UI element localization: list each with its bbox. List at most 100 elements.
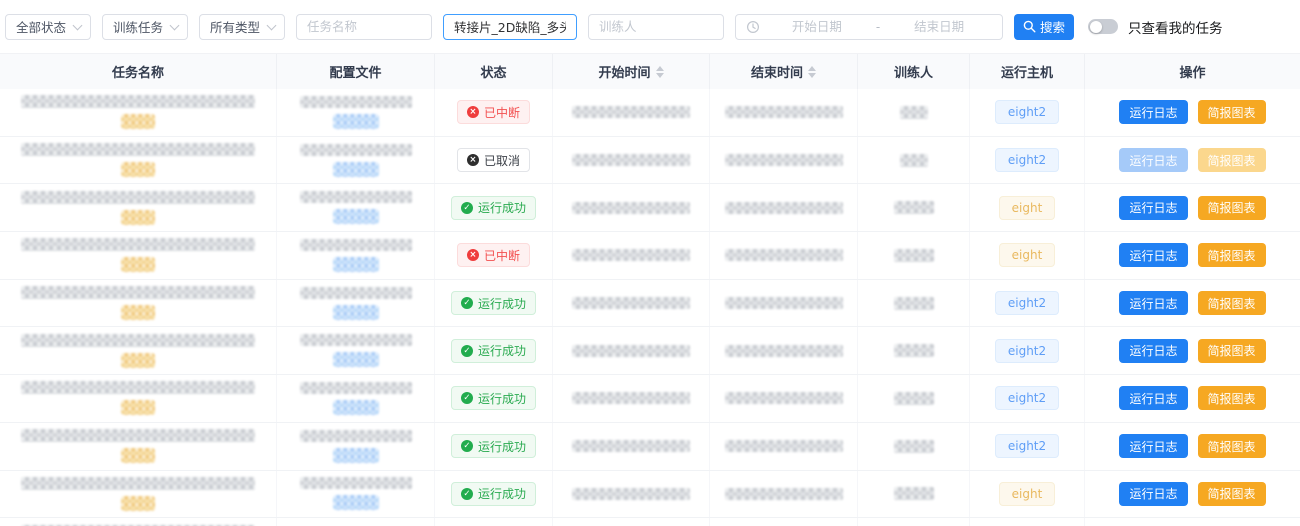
masked-end-time	[725, 249, 843, 261]
task-name-input[interactable]	[296, 14, 432, 40]
cell-config-file	[277, 518, 435, 526]
filter-bar: 全部状态 训练任务 所有类型 - 搜索 只查看我的任务	[0, 0, 1300, 53]
run-log-button[interactable]: 运行日志	[1119, 434, 1187, 458]
table-row: ✓ 运行成功 eight 运行日志 简报图表	[0, 471, 1300, 519]
cell-config-file	[277, 327, 435, 374]
table-header: 任务名称 配置文件 状态 开始时间 结束时间 训练人 运行主机 操作	[0, 53, 1300, 89]
date-separator: -	[874, 20, 882, 34]
search-button-label: 搜索	[1040, 17, 1065, 36]
model-search-input[interactable]	[443, 14, 577, 40]
status-badge: × 已中断	[457, 100, 530, 124]
status-icon: ✓	[461, 345, 473, 357]
masked-task-name	[21, 477, 255, 490]
report-chart-button[interactable]: 简报图表	[1198, 434, 1266, 458]
category-select[interactable]: 所有类型	[199, 14, 285, 40]
run-log-button[interactable]: 运行日志	[1119, 243, 1187, 267]
masked-end-time	[725, 440, 843, 452]
cell-end-time	[710, 137, 858, 184]
masked-end-time	[725, 297, 843, 309]
report-chart-button[interactable]: 简报图表	[1198, 339, 1266, 363]
run-log-button[interactable]: 运行日志	[1119, 148, 1187, 172]
masked-task-name	[21, 95, 255, 108]
masked-task-tag	[121, 305, 155, 320]
report-chart-button[interactable]: 简报图表	[1198, 291, 1266, 315]
masked-end-time	[725, 154, 843, 166]
col-header-trainer: 训练人	[858, 54, 970, 89]
cell-trainer	[858, 184, 970, 231]
run-log-button[interactable]: 运行日志	[1119, 291, 1187, 315]
cell-start-time	[553, 423, 710, 470]
col-header-label: 运行主机	[1001, 62, 1053, 81]
cell-status: ✓ 运行成功	[435, 471, 553, 518]
run-log-button[interactable]: 运行日志	[1119, 482, 1187, 506]
cell-host: eight	[970, 232, 1085, 279]
status-icon: ✓	[461, 297, 473, 309]
status-badge: × 已取消	[457, 148, 530, 172]
sort-control-start-time[interactable]	[656, 66, 664, 78]
caret-up-icon	[656, 66, 664, 71]
host-badge: eight2	[995, 339, 1059, 363]
search-button[interactable]: 搜索	[1014, 14, 1074, 40]
status-label: 运行成功	[478, 295, 526, 312]
status-label: 运行成功	[478, 199, 526, 216]
cell-status: ✓ 运行成功	[435, 184, 553, 231]
cell-status: ✓ 运行成功	[435, 423, 553, 470]
cell-task-name	[0, 137, 277, 184]
end-date-input[interactable]	[886, 19, 992, 34]
table-row: × 已取消 eight2 运行日志 简报图表	[0, 137, 1300, 185]
search-icon	[1023, 20, 1036, 33]
cell-trainer	[858, 89, 970, 136]
status-select[interactable]: 全部状态	[5, 14, 91, 40]
report-chart-button[interactable]: 简报图表	[1198, 196, 1266, 220]
masked-config-link	[333, 400, 379, 415]
caret-down-icon	[656, 73, 664, 78]
masked-end-time	[725, 202, 843, 214]
status-label: 运行成功	[478, 438, 526, 455]
cell-host: eight	[970, 184, 1085, 231]
cell-end-time	[710, 280, 858, 327]
col-header-config-file: 配置文件	[277, 54, 435, 89]
cell-end-time	[710, 327, 858, 374]
masked-config-link	[333, 114, 379, 129]
cell-host	[970, 518, 1085, 526]
run-log-button[interactable]: 运行日志	[1119, 339, 1187, 363]
status-badge: ✓ 运行成功	[451, 386, 536, 410]
cell-task-name	[0, 423, 277, 470]
task-type-select[interactable]: 训练任务	[102, 14, 188, 40]
start-date-input[interactable]	[764, 19, 870, 34]
cell-status: × 已中断	[435, 89, 553, 136]
masked-task-name	[21, 191, 255, 204]
col-header-status: 状态	[435, 54, 553, 89]
status-label: 运行成功	[478, 390, 526, 407]
masked-end-time	[725, 106, 843, 118]
masked-task-name	[21, 143, 255, 156]
table-row: × 已中断 eight2 运行日志 简报图表	[0, 89, 1300, 137]
cell-trainer	[858, 232, 970, 279]
my-tasks-toggle[interactable]	[1088, 19, 1118, 34]
masked-trainer	[900, 154, 928, 167]
masked-trainer	[894, 249, 934, 262]
report-chart-button[interactable]: 简报图表	[1198, 482, 1266, 506]
report-chart-button[interactable]: 简报图表	[1198, 100, 1266, 124]
date-range-picker[interactable]: -	[735, 14, 1003, 40]
sort-control-end-time[interactable]	[808, 66, 816, 78]
col-header-start-time: 开始时间	[553, 54, 710, 89]
masked-start-time	[572, 297, 690, 309]
col-header-label: 结束时间	[751, 62, 803, 81]
run-log-button[interactable]: 运行日志	[1119, 386, 1187, 410]
report-chart-button[interactable]: 简报图表	[1198, 243, 1266, 267]
status-icon: ×	[467, 154, 479, 166]
cell-end-time	[710, 232, 858, 279]
masked-task-tag	[121, 448, 155, 463]
masked-task-tag	[121, 114, 155, 129]
run-log-button[interactable]: 运行日志	[1119, 100, 1187, 124]
col-header-actions: 操作	[1085, 54, 1300, 89]
masked-task-name	[21, 334, 255, 347]
report-chart-button[interactable]: 简报图表	[1198, 386, 1266, 410]
cell-actions: 运行日志 简报图表	[1085, 184, 1300, 231]
report-chart-button[interactable]: 简报图表	[1198, 148, 1266, 172]
run-log-button[interactable]: 运行日志	[1119, 196, 1187, 220]
cell-status: × 已取消	[435, 137, 553, 184]
masked-task-tag	[121, 496, 155, 511]
trainer-input[interactable]	[588, 14, 724, 40]
